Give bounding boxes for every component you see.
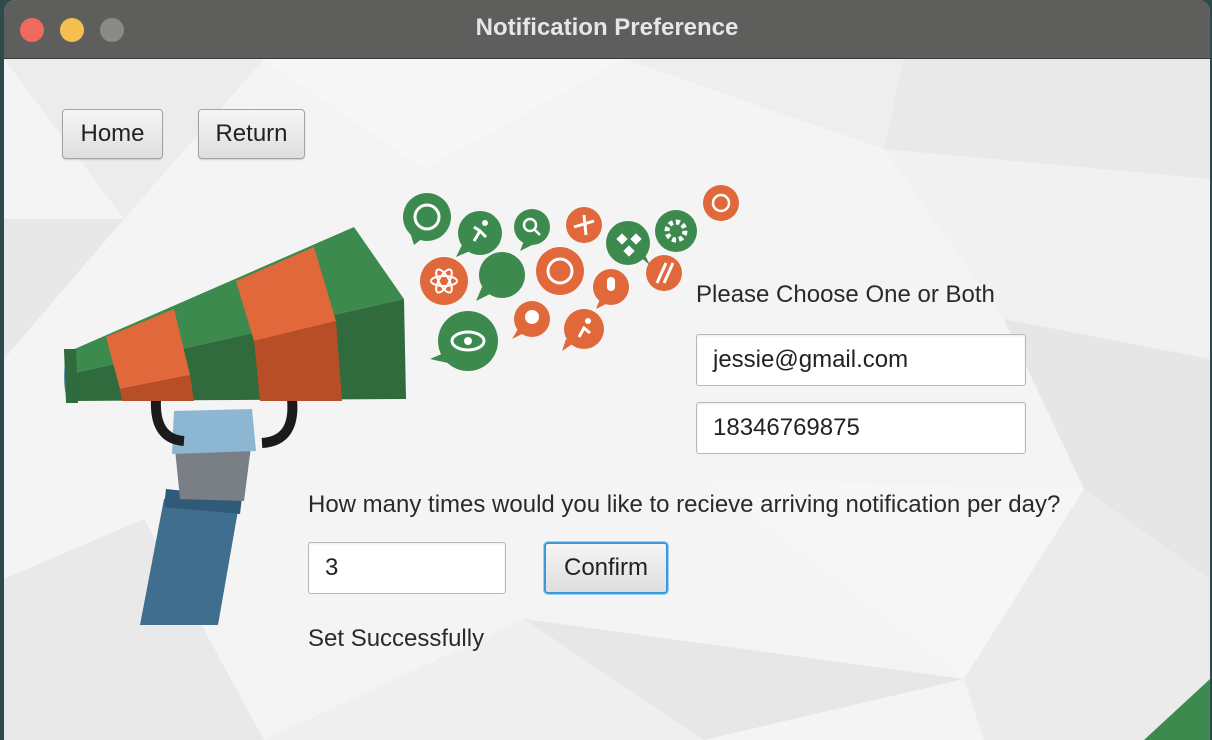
return-button[interactable]: Return (198, 109, 305, 159)
atom-icon (420, 257, 468, 305)
search-icon (514, 209, 550, 251)
gear-icon (655, 210, 697, 252)
dropbox-icon (606, 221, 650, 265)
glove (172, 409, 256, 454)
palette-icon (512, 301, 550, 339)
globe-icon (536, 247, 584, 295)
email-field[interactable]: jessie@gmail.com (696, 334, 1026, 386)
phone-field[interactable]: 18346769875 (696, 402, 1026, 454)
runner-icon (456, 211, 502, 257)
frequency-input[interactable]: 3 (308, 542, 506, 594)
window-title: Notification Preference (475, 14, 739, 41)
status-message: Set Successfully (308, 625, 485, 652)
chat-icon (476, 252, 525, 301)
megaphone-illustration (64, 185, 739, 625)
contact-prompt-label: Please Choose One or Both (696, 281, 995, 308)
sleeve (140, 499, 240, 625)
globe-icon (703, 185, 739, 221)
eye-icon (430, 311, 498, 371)
frequency-question-label: How many times would you like to recieve… (308, 491, 1061, 518)
app-window: Notification Preference Home Return Plea… (4, 0, 1210, 740)
airplane-icon (566, 207, 602, 243)
title-bar: Notification Preference (4, 0, 1210, 59)
confirm-button[interactable]: Confirm (544, 542, 668, 594)
microphone-icon (593, 269, 629, 309)
content-area: Home Return Please Choose One or Both je… (4, 59, 1210, 740)
runner-icon (562, 309, 604, 351)
pencil-icon (646, 255, 682, 291)
home-button[interactable]: Home (62, 109, 163, 159)
globe-icon (403, 193, 451, 245)
